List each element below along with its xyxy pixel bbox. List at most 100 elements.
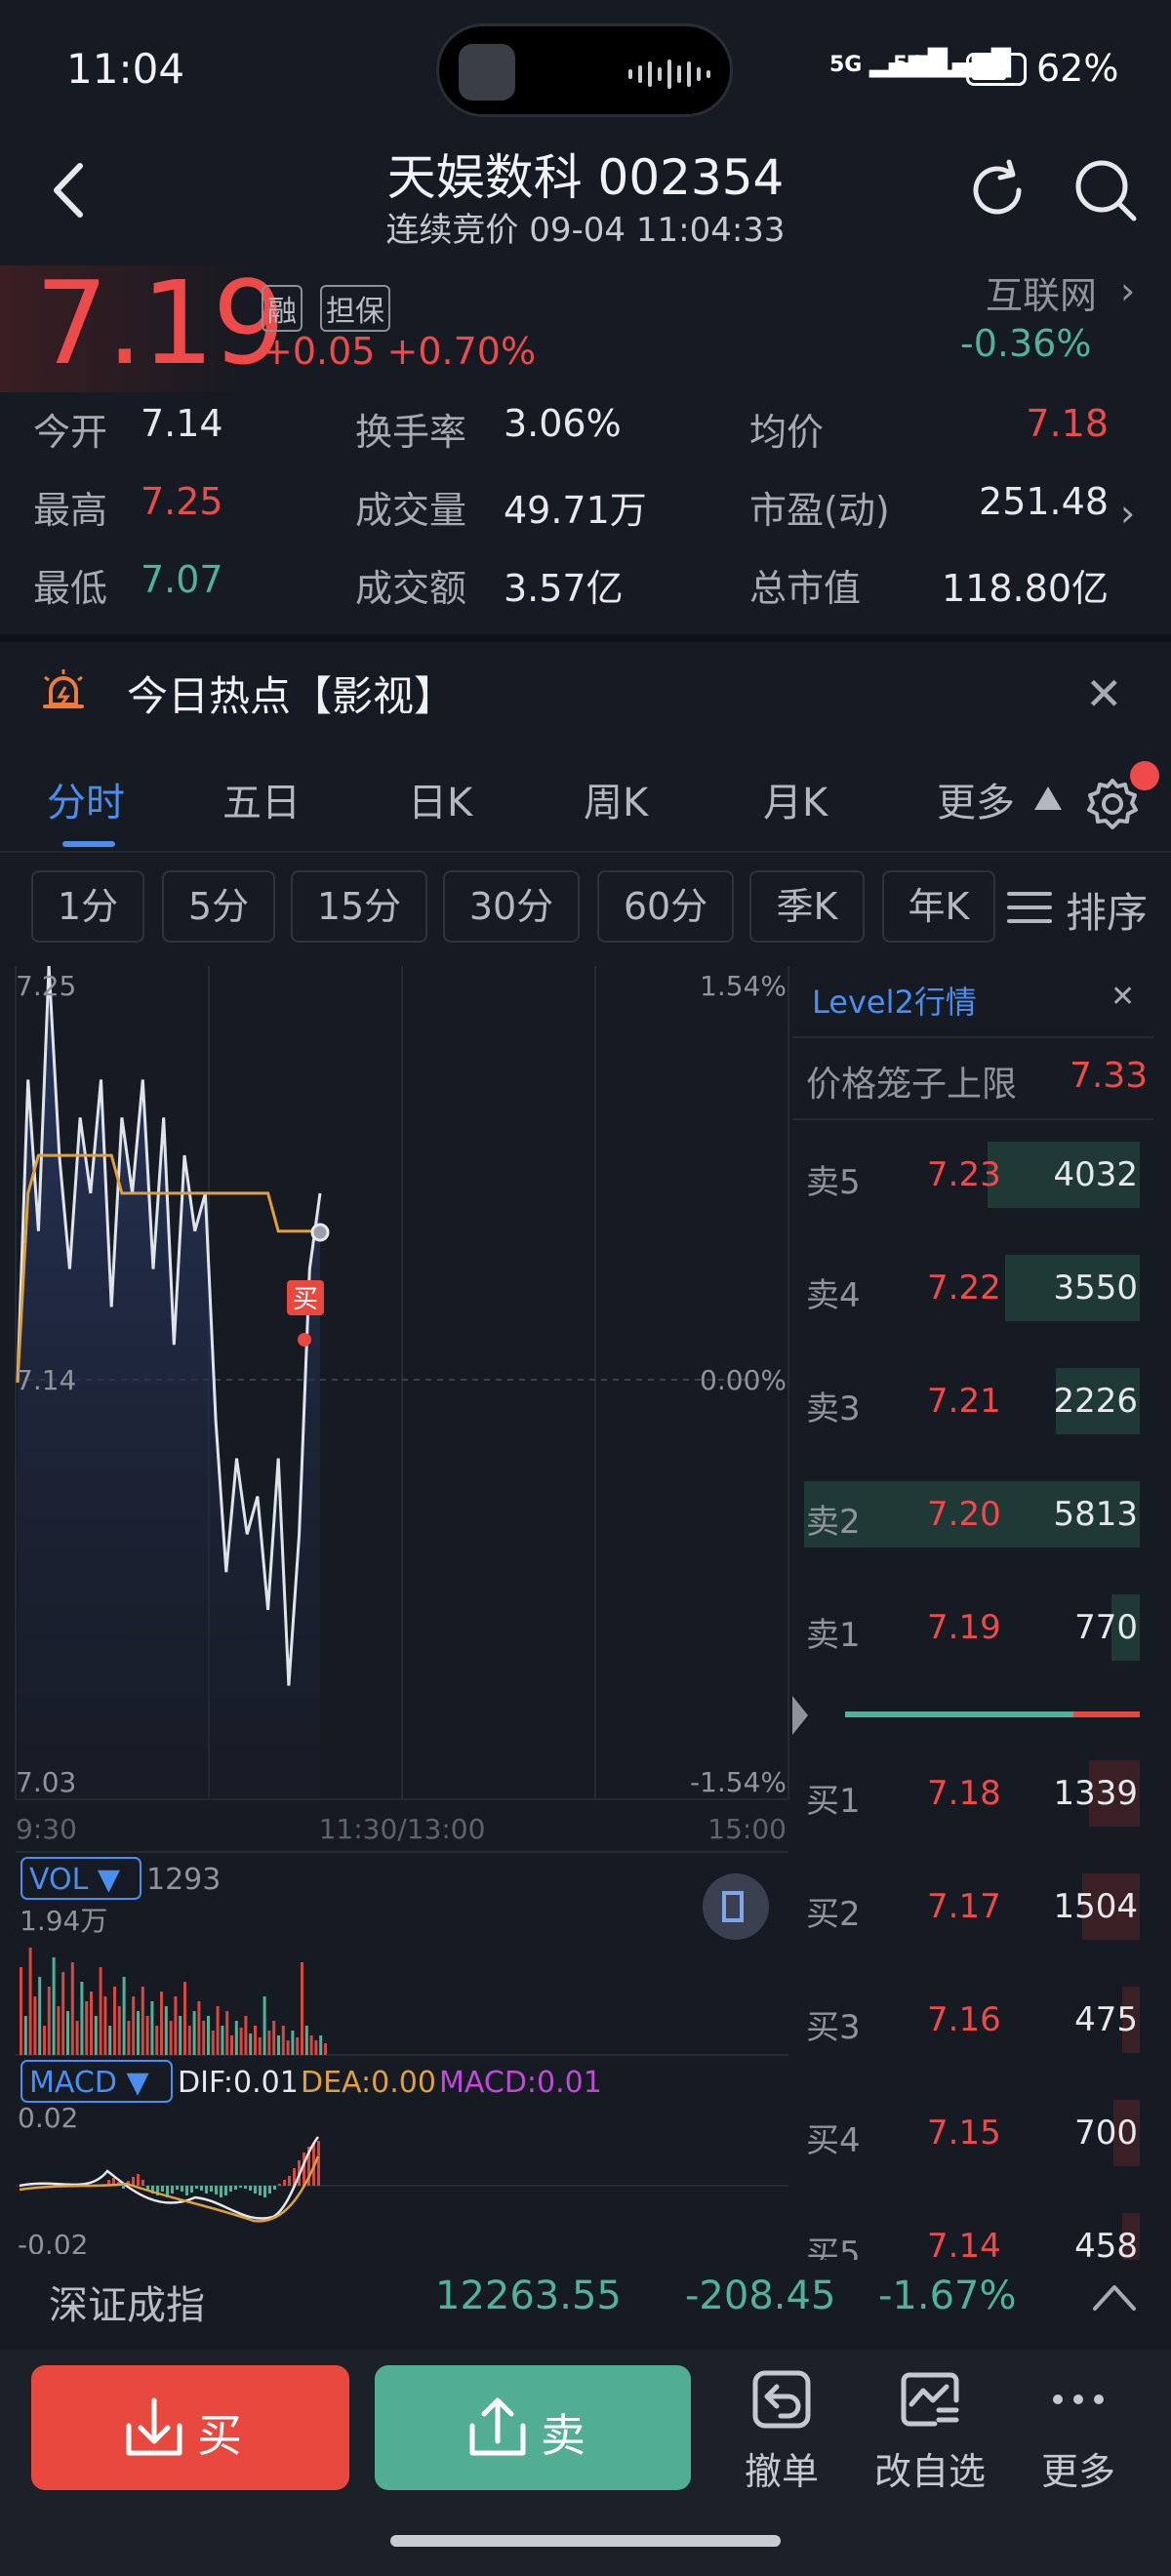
turnover-value: 3.06% — [504, 402, 622, 445]
amount-label: 成交额 — [355, 567, 467, 610]
macd-bar — [239, 2186, 242, 2188]
intraday-chart[interactable]: 买 7.25 7.14 7.03 1.54% 0.00% -1.54% 9:30… — [0, 956, 790, 2254]
sector-change: -0.36% — [960, 322, 1092, 365]
price-cage-value: 7.33 — [1070, 1056, 1149, 1096]
period-1min[interactable]: 1分 — [31, 870, 144, 943]
macd-bar — [278, 2184, 281, 2186]
vol-max-label: 1.94万 — [20, 1905, 107, 1937]
triangle-up-icon[interactable] — [1034, 786, 1062, 810]
download-icon — [126, 2397, 182, 2456]
level2-title[interactable]: Level2行情 — [812, 978, 977, 1023]
chevron-up-icon[interactable] — [1091, 2277, 1138, 2316]
amount-value: 3.57亿 — [504, 567, 624, 610]
home-indicator[interactable] — [390, 2535, 781, 2547]
undo-icon — [752, 2370, 811, 2429]
tab-weekly-k[interactable]: 周K — [584, 771, 648, 827]
battery-icon — [966, 53, 1027, 86]
edit-watchlist-button[interactable]: 改自选 — [867, 2365, 993, 2502]
period-5min[interactable]: 5分 — [162, 870, 275, 943]
volume-bar — [141, 1987, 144, 2055]
pe-value: 251.48 — [979, 480, 1109, 523]
ask-volume: 3550 — [1053, 1268, 1138, 1308]
period-30min[interactable]: 30分 — [443, 870, 580, 943]
period-quarter-k[interactable]: 季K — [749, 870, 865, 943]
gear-icon[interactable] — [1085, 777, 1140, 831]
ask-price[interactable]: 7.22 — [927, 1268, 1001, 1308]
chevron-right-icon[interactable]: › — [1120, 269, 1135, 312]
close-icon[interactable]: ✕ — [1110, 980, 1135, 1014]
volume-bar — [319, 2035, 323, 2055]
volume-bar — [137, 2011, 140, 2055]
bid-price[interactable]: 7.16 — [927, 2000, 1001, 2039]
dynamic-island[interactable] — [436, 23, 733, 117]
bid-price[interactable]: 7.18 — [927, 1774, 1001, 1813]
rotate-button[interactable] — [703, 1873, 769, 1940]
tab-indicator — [62, 841, 115, 847]
status-bar: 11:04 5G ▂▄▆█ 5G ▂▄▆█ 62% — [0, 0, 1171, 137]
macd-bar — [200, 2186, 203, 2191]
ask-price[interactable]: 7.19 — [927, 1608, 1001, 1647]
period-15min[interactable]: 15分 — [291, 870, 427, 943]
volume-bar — [291, 2031, 295, 2055]
volume-bar — [258, 2037, 262, 2055]
volume-bar — [164, 2006, 168, 2055]
price-top-label: 7.25 — [16, 970, 76, 1002]
volume-bar — [155, 2026, 159, 2055]
volume-bar — [230, 2035, 233, 2055]
ask-label: 卖5 — [806, 1163, 861, 1202]
period-year-k[interactable]: 年K — [882, 870, 995, 943]
macd-bar — [171, 2186, 174, 2194]
ask-price[interactable]: 7.21 — [927, 1382, 1001, 1421]
pct-mid-label: 0.00% — [700, 1364, 787, 1396]
ask-price[interactable]: 7.23 — [927, 1155, 1001, 1194]
tab-more[interactable]: 更多 — [937, 771, 1015, 827]
volume-bar — [57, 2006, 61, 2055]
tab-daily-k[interactable]: 日K — [408, 771, 472, 827]
tab-intraday[interactable]: 分时 — [47, 771, 125, 827]
index-percent: -1.67% — [878, 2274, 1017, 2318]
index-name: 深证成指 — [49, 2283, 205, 2328]
period-60min[interactable]: 60分 — [597, 870, 734, 943]
tab-monthly-k[interactable]: 月K — [763, 771, 828, 827]
sell-button[interactable]: 卖 — [375, 2365, 691, 2490]
bid-volume: 1504 — [1053, 1887, 1138, 1926]
tab-five-day[interactable]: 五日 — [222, 771, 301, 827]
divider — [792, 1118, 1153, 1120]
cancel-order-button[interactable]: 撤单 — [718, 2365, 845, 2502]
high-label: 最高 — [33, 489, 108, 532]
price-bottom-label: 7.03 — [16, 1766, 76, 1798]
search-icon[interactable] — [1071, 156, 1140, 224]
buy-button[interactable]: 买 — [31, 2365, 349, 2490]
bid-price[interactable]: 7.15 — [927, 2113, 1001, 2153]
menu-icon[interactable] — [1007, 890, 1052, 925]
volume-bar — [202, 2021, 206, 2055]
ask-volume: 4032 — [1053, 1155, 1138, 1194]
volume-bar — [80, 1982, 84, 2055]
audio-wave-icon — [628, 60, 710, 89]
ask-price[interactable]: 7.20 — [927, 1495, 1001, 1534]
volume-value: 49.71万 — [504, 489, 647, 532]
macd-bar — [283, 2180, 286, 2186]
open-value: 7.14 — [141, 402, 223, 445]
divider — [792, 1036, 1153, 1038]
chevron-right-icon[interactable]: › — [1120, 492, 1135, 535]
volume-bar — [113, 1987, 116, 2055]
volume-bar — [52, 1957, 56, 2055]
sector-link[interactable]: 互联网 — [986, 265, 1097, 319]
play-icon[interactable] — [790, 1694, 810, 1737]
volume-bar — [309, 2035, 313, 2055]
time-start-label: 9:30 — [16, 1813, 77, 1845]
close-icon[interactable]: ✕ — [1085, 667, 1123, 720]
battery-percent: 62% — [1036, 47, 1119, 90]
more-button[interactable]: 更多 — [1015, 2365, 1142, 2502]
bid-price[interactable]: 7.17 — [927, 1887, 1001, 1926]
sort-button[interactable]: 排序 — [1066, 880, 1148, 940]
macd-bar — [220, 2186, 222, 2197]
bid-label: 买2 — [806, 1895, 861, 1934]
volume-bar — [262, 1996, 266, 2055]
volume-bar — [122, 1977, 126, 2055]
hot-topic-banner[interactable]: 今日热点【影视】 — [127, 664, 455, 723]
refresh-icon[interactable] — [964, 156, 1032, 224]
volume-bar — [254, 2026, 257, 2055]
volume-bar — [225, 2011, 229, 2055]
